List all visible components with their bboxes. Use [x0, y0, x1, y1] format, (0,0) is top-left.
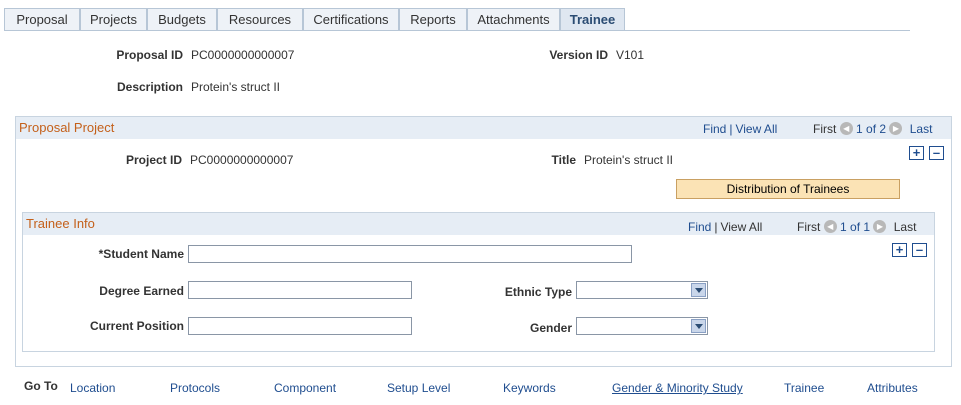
first-label: First — [813, 122, 837, 136]
chevron-down-icon[interactable] — [691, 283, 706, 297]
trainee-info-pager: First ◀ 1 of 1 ▶ Last — [797, 220, 916, 234]
degree-earned-label: Degree Earned — [99, 284, 184, 298]
component-link[interactable]: Component — [274, 381, 336, 395]
gender-minority-study-link[interactable]: Gender & Minority Study — [612, 381, 743, 395]
delete-row-icon[interactable]: – — [929, 146, 944, 160]
find-link[interactable]: Find — [703, 122, 726, 136]
next-icon: ▶ — [873, 220, 887, 234]
chevron-down-icon[interactable] — [691, 319, 706, 333]
proposal-project-header: Proposal Project Find | View All First ◀ 1… — [16, 117, 951, 139]
current-position-input[interactable] — [188, 317, 412, 335]
previous-icon: ◀ — [823, 220, 837, 234]
previous-icon[interactable]: ◀ — [839, 122, 853, 136]
delete-trainee-icon[interactable]: – — [912, 243, 927, 257]
goto-link-attributes[interactable]: Attributes — [867, 381, 918, 395]
tab-proposal[interactable]: Proposal — [4, 8, 80, 31]
degree-earned-input[interactable] — [188, 281, 412, 299]
goto-link-location[interactable]: Location — [70, 381, 115, 395]
proposal-project-pager: First ◀ 1 of 2 ▶ Last — [813, 122, 932, 136]
title-value: Protein's struct II — [584, 153, 673, 167]
student-name-label: *Student Name — [98, 247, 184, 261]
goto-link-trainee[interactable]: Trainee — [784, 381, 824, 395]
next-icon[interactable]: ▶ — [889, 122, 903, 136]
goto-link-protocols[interactable]: Protocols — [170, 381, 220, 395]
view-all-text: View All — [720, 220, 763, 234]
tab-budgets[interactable]: Budgets — [147, 8, 217, 31]
ethnic-type-label: Ethnic Type — [504, 285, 572, 299]
version-id-label: Version ID — [549, 48, 608, 62]
version-id-value: V101 — [616, 48, 645, 62]
goto-link-keywords[interactable]: Keywords — [503, 381, 556, 395]
gender-select[interactable] — [576, 317, 708, 335]
tab-resources[interactable]: Resources — [217, 8, 303, 31]
row-counter: 1 of 2 — [856, 122, 887, 136]
proposal-id-label: Proposal ID — [116, 48, 183, 62]
setup-level-link[interactable]: Setup Level — [387, 381, 450, 395]
add-trainee-icon[interactable]: + — [892, 243, 907, 257]
row-counter: 1 of 1 — [840, 220, 871, 234]
student-name-input[interactable] — [188, 245, 632, 263]
view-all-link[interactable]: View All — [735, 122, 777, 136]
first-label: First — [797, 220, 821, 234]
location-link[interactable]: Location — [70, 381, 115, 395]
protocols-link[interactable]: Protocols — [170, 381, 220, 395]
trainee-info-title: Trainee Info — [26, 216, 95, 231]
project-id-value: PC0000000000007 — [190, 153, 294, 167]
tab-certifications[interactable]: Certifications — [303, 8, 399, 31]
proposal-id-value: PC0000000000007 — [191, 48, 295, 62]
tab-projects[interactable]: Projects — [80, 8, 147, 31]
tab-attachments[interactable]: Attachments — [467, 8, 560, 31]
title-label: Title — [551, 153, 576, 167]
current-position-label: Current Position — [89, 319, 184, 333]
description-value: Protein's struct II — [191, 80, 280, 94]
trainee-link[interactable]: Trainee — [784, 381, 824, 395]
description-label: Description — [116, 80, 183, 94]
goto-link-component[interactable]: Component — [274, 381, 336, 395]
attributes-link[interactable]: Attributes — [867, 381, 918, 395]
add-row-icon[interactable]: + — [909, 146, 924, 160]
proposal-project-nav: Find | View All — [703, 122, 778, 136]
gender-label: Gender — [529, 321, 572, 335]
find-link[interactable]: Find — [688, 220, 711, 234]
tab-trainee[interactable]: Trainee — [560, 8, 625, 31]
distribution-of-trainees-button[interactable]: Distribution of Trainees — [676, 179, 900, 199]
trainee-info-nav: Find | View All — [688, 220, 763, 234]
tab-underline — [4, 30, 910, 31]
goto-label: Go To — [24, 379, 58, 393]
tab-reports[interactable]: Reports — [399, 8, 467, 31]
last-label[interactable]: Last — [910, 122, 933, 136]
keywords-link[interactable]: Keywords — [503, 381, 556, 395]
project-id-label: Project ID — [125, 153, 182, 167]
ethnic-type-select[interactable] — [576, 281, 708, 299]
trainee-info-header: Trainee Info Find | View All First ◀ 1 of … — [23, 213, 934, 235]
goto-link-gender-minority[interactable]: Gender & Minority Study — [612, 381, 743, 395]
last-label: Last — [893, 220, 917, 234]
proposal-project-title: Proposal Project — [19, 120, 115, 135]
goto-link-setup-level[interactable]: Setup Level — [387, 381, 450, 395]
